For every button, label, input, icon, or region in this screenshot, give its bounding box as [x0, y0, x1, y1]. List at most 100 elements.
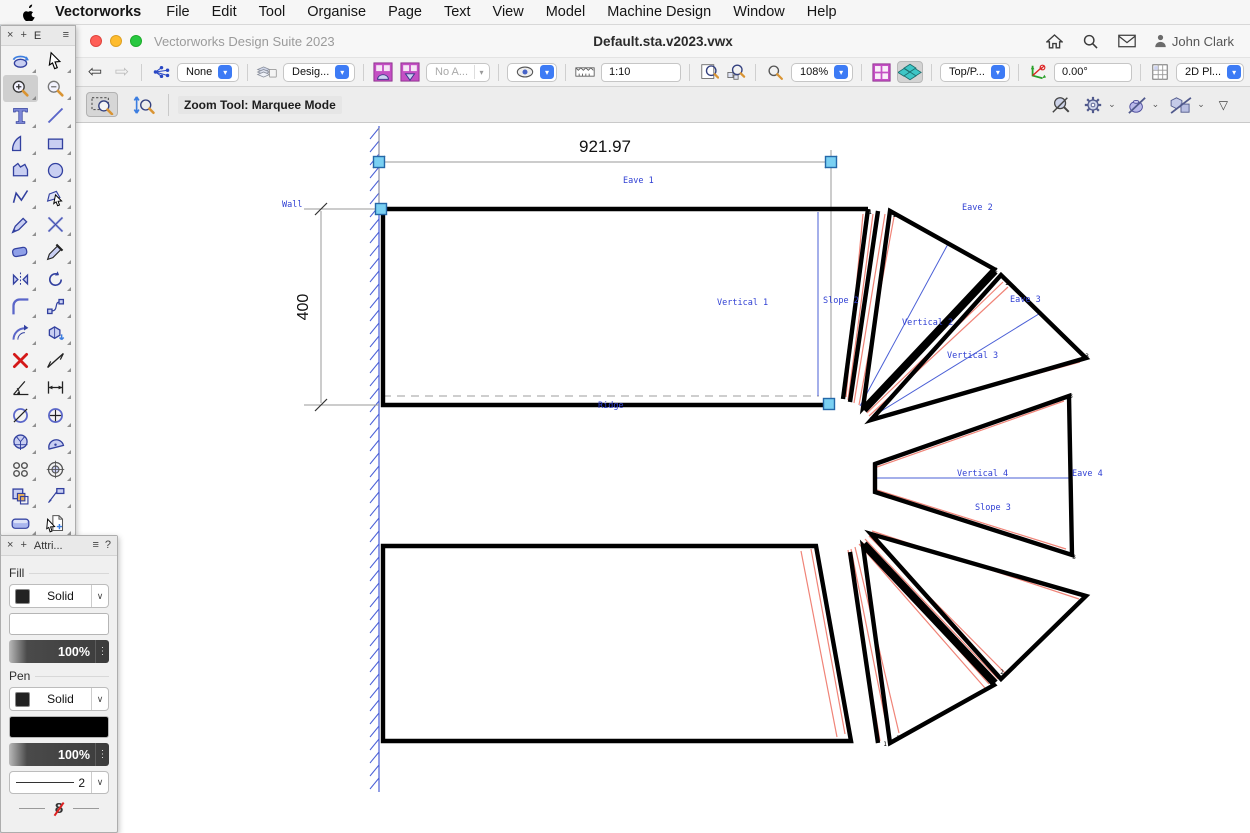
surface-hatch-off-icon[interactable] — [1169, 94, 1193, 116]
layer-scale-icon[interactable] — [574, 61, 596, 83]
menu-tool[interactable]: Tool — [248, 4, 297, 20]
viewport-down-icon[interactable] — [399, 61, 421, 83]
tool-target-tool[interactable] — [38, 456, 73, 483]
window-pane-icon[interactable] — [870, 61, 892, 83]
tool-snip-tool[interactable] — [38, 211, 73, 238]
fill-opacity-slider[interactable]: 100% ⋮ — [9, 640, 109, 663]
help-icon[interactable]: ? — [105, 540, 111, 551]
tool-rotate-tool[interactable] — [38, 266, 73, 293]
close-palette-icon[interactable]: × — [7, 540, 13, 551]
rotation-angle-field[interactable]: 0.00° — [1054, 63, 1132, 82]
roof-panel[interactable] — [871, 275, 1086, 420]
tool-protractor-tool[interactable] — [38, 429, 73, 456]
tool-polyline-tool[interactable] — [3, 184, 38, 211]
zoom-line-thickness-icon[interactable] — [1050, 94, 1072, 116]
saved-views-icon[interactable] — [150, 61, 172, 83]
close-palette-icon[interactable]: × — [7, 30, 13, 41]
tool-eraser-tool[interactable] — [3, 238, 38, 265]
zoom-icon[interactable] — [764, 61, 786, 83]
forward-button[interactable]: ⇨ — [111, 61, 133, 83]
selection-handle[interactable] — [374, 157, 385, 168]
marquee-zoom-mode-button[interactable] — [86, 92, 118, 117]
tool-angle-dimension-tool[interactable] — [3, 374, 38, 401]
tool-rectangle-tool[interactable] — [38, 130, 73, 157]
fit-page-icon[interactable] — [698, 61, 720, 83]
tool-center-mark-tool[interactable] — [38, 401, 73, 428]
palette-menu-icon[interactable]: ≡ — [92, 540, 98, 551]
tool-offset-tool[interactable] — [3, 320, 38, 347]
fill-color-well[interactable] — [9, 613, 109, 635]
pen-opacity-slider[interactable]: 100% ⋮ — [9, 743, 109, 766]
menu-model[interactable]: Model — [535, 4, 597, 20]
selection-handle[interactable] — [826, 157, 837, 168]
drawing-canvas[interactable]: 921.97400Eave 1WallVertical 1Slope 2Eave… — [76, 123, 1250, 833]
search-icon[interactable] — [1082, 32, 1100, 50]
marker-style-row[interactable]: 8 — [9, 800, 109, 817]
tool-tape-measure-tool[interactable] — [38, 347, 73, 374]
tool-mirror-tool[interactable] — [3, 266, 38, 293]
line-weight-dropdown[interactable]: 2 ∨ — [9, 771, 109, 794]
opacity-options-icon[interactable]: ⋮ — [95, 640, 109, 663]
tool-connect-tool[interactable] — [38, 293, 73, 320]
unified-view-icon[interactable] — [897, 61, 923, 83]
tool-hole-pattern-tool[interactable] — [3, 456, 38, 483]
tool-polygon-tool[interactable] — [3, 157, 38, 184]
menu-view[interactable]: View — [482, 4, 535, 20]
gear-icon[interactable] — [1082, 94, 1104, 116]
tool-extract-tool[interactable] — [38, 320, 73, 347]
zoom-level-dropdown[interactable]: 108% ▾ — [791, 63, 853, 82]
visibility-dropdown[interactable]: ▾ — [507, 63, 557, 82]
tool-eyedropper-tool[interactable] — [38, 238, 73, 265]
user-account[interactable]: John Clark — [1154, 34, 1234, 49]
tool-ellipse-tool[interactable] — [38, 157, 73, 184]
roof-panel[interactable] — [383, 209, 868, 405]
pen-style-dropdown[interactable]: Solid ∨ — [9, 687, 109, 711]
tool-drawing-label-tool[interactable] — [3, 429, 38, 456]
roof-panel[interactable] — [850, 552, 878, 743]
roof-panel[interactable] — [871, 534, 1086, 679]
fill-style-dropdown[interactable]: Solid ∨ — [9, 584, 109, 608]
menu-help[interactable]: Help — [796, 4, 848, 20]
menu-vectorworks[interactable]: Vectorworks — [44, 4, 155, 20]
palette-menu-icon[interactable]: ≡ — [63, 30, 69, 41]
tool-line-tool[interactable] — [38, 102, 73, 129]
roof-panel[interactable] — [383, 546, 851, 741]
class-dropdown[interactable]: None ▾ — [177, 63, 239, 82]
tool-zoom-in-tool[interactable] — [3, 75, 38, 102]
apple-menu-icon[interactable] — [14, 4, 44, 21]
minimize-window-button[interactable] — [110, 35, 122, 47]
tool-duplicate-tool[interactable] — [38, 510, 73, 537]
menu-window[interactable]: Window — [722, 4, 796, 20]
menu-text[interactable]: Text — [433, 4, 482, 20]
tool-clip-tool[interactable] — [3, 483, 38, 510]
layers-icon[interactable] — [256, 61, 278, 83]
home-icon[interactable] — [1046, 32, 1064, 50]
rotation-axis-icon[interactable] — [1027, 61, 1049, 83]
tool-delete-tool[interactable] — [3, 347, 38, 374]
plane-dropdown[interactable]: 2D Pl... ▾ — [1176, 63, 1244, 82]
view-dropdown[interactable]: Top/P... ▾ — [940, 63, 1010, 82]
pen-color-well[interactable] — [9, 716, 109, 738]
tool-text-tool[interactable] — [3, 102, 38, 129]
tool-linear-dimension-tool[interactable] — [38, 374, 73, 401]
scale-field[interactable]: 1:10 — [601, 63, 681, 82]
tool-callout-tool[interactable] — [38, 483, 73, 510]
fit-objects-icon[interactable] — [725, 61, 747, 83]
tool-flyover-tool[interactable] — [3, 48, 38, 75]
selection-handle[interactable] — [824, 399, 835, 410]
menu-page[interactable]: Page — [377, 4, 433, 20]
tool-selection-tool[interactable] — [38, 48, 73, 75]
tool-palette-header[interactable]: × + E ≡ — [1, 26, 75, 46]
back-button[interactable]: ⇦ — [84, 61, 106, 83]
menu-machine-design[interactable]: Machine Design — [596, 4, 722, 20]
tool-zoom-out-tool[interactable] — [38, 75, 73, 102]
menu-organise[interactable]: Organise — [296, 4, 377, 20]
zoom-window-button[interactable] — [130, 35, 142, 47]
menu-file[interactable]: File — [155, 4, 200, 20]
tool-arc-tool[interactable] — [3, 130, 38, 157]
render-off-icon[interactable] — [1126, 94, 1148, 116]
modebar-disclosure-icon[interactable]: ▽ — [1215, 98, 1232, 112]
opacity-options-icon[interactable]: ⋮ — [95, 743, 109, 766]
design-layer-dropdown[interactable]: Desig... ▾ — [283, 63, 355, 82]
grid-settings-icon[interactable] — [1149, 61, 1171, 83]
